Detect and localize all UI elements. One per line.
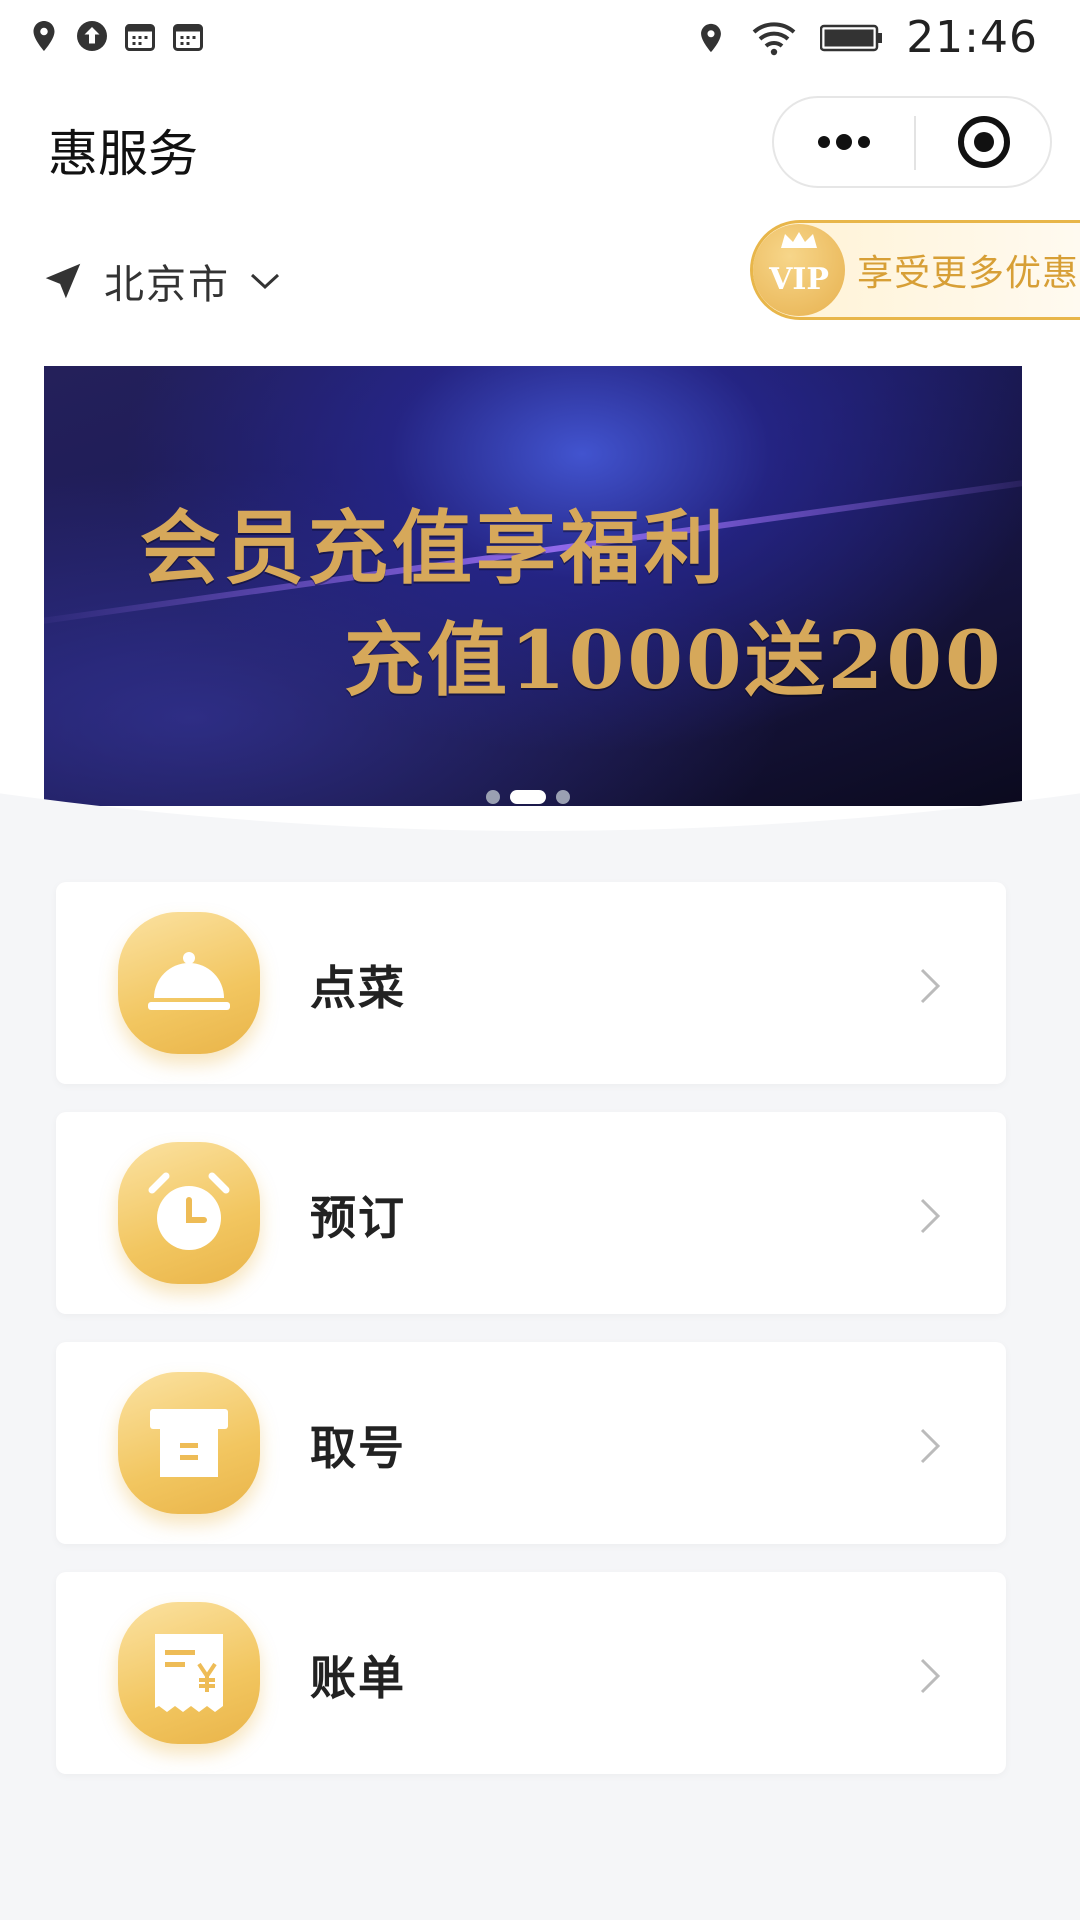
carousel-dot-active[interactable] [510, 790, 546, 804]
more-button[interactable] [774, 98, 914, 186]
chevron-down-icon [250, 273, 280, 290]
menu-item-bill[interactable]: 账单 [56, 1572, 1006, 1774]
calendar-icon [125, 24, 155, 51]
target-circle-icon [958, 116, 1010, 168]
status-left-icons [26, 18, 206, 54]
menu-item-label: 账单 [310, 1651, 406, 1705]
calendar-icon [173, 24, 203, 51]
menu-icon-badge [118, 1372, 260, 1514]
menu-item-label: 取号 [310, 1421, 406, 1475]
vip-badge-text: VIP [769, 261, 829, 297]
close-button[interactable] [916, 98, 1052, 186]
banner-subheadline: 充值1000送200 [344, 613, 1004, 707]
wifi-icon [752, 21, 796, 55]
menu-icon-badge [118, 1602, 260, 1744]
navigation-arrow-icon [45, 263, 81, 299]
vip-button[interactable]: VIP 享受更多优惠 [750, 220, 1080, 320]
menu-icon-badge [118, 1142, 260, 1284]
menu-item-queue[interactable]: 取号 [56, 1342, 1006, 1544]
location-pin-icon [701, 23, 722, 52]
battery-icon [820, 24, 883, 51]
service-menu: 点菜 预订 取号 账单 [56, 882, 1006, 1802]
carousel-dots [486, 790, 570, 804]
menu-item-label: 预订 [310, 1191, 406, 1245]
carousel-dot[interactable] [556, 790, 570, 804]
upload-circle-icon [77, 21, 107, 51]
bill-receipt-icon [155, 1634, 223, 1712]
status-time: 21:46 [906, 12, 1038, 63]
menu-item-label: 点菜 [310, 961, 406, 1015]
chevron-right-icon [920, 968, 941, 1004]
ticket-box-icon [150, 1409, 228, 1477]
status-bar: 21:46 [0, 0, 1080, 72]
more-dots-icon [818, 134, 870, 150]
header: 惠服务 [0, 90, 1080, 200]
chevron-right-icon [920, 1658, 941, 1694]
vip-label: 享受更多优惠 [857, 253, 1080, 294]
alarm-clock-icon [148, 1172, 230, 1250]
chevron-right-icon [920, 1198, 941, 1234]
crown-icon [781, 232, 817, 248]
vip-badge: VIP [753, 224, 845, 316]
chevron-right-icon [920, 1428, 941, 1464]
location-selector[interactable]: 北京市 [40, 252, 282, 310]
status-right: 21:46 [694, 12, 1038, 63]
menu-item-reserve[interactable]: 预订 [56, 1112, 1006, 1314]
menu-item-order[interactable]: 点菜 [56, 882, 1006, 1084]
page-title: 惠服务 [48, 125, 198, 183]
menu-capsule [772, 96, 1052, 188]
menu-icon-badge [118, 912, 260, 1054]
city-label: 北京市 [104, 262, 230, 308]
location-row: 北京市 VIP 享受更多优惠 [0, 220, 1080, 350]
cloche-icon [148, 952, 230, 1010]
promo-banner[interactable]: 会员充值享福利 充值1000送200 [44, 366, 1022, 806]
banner-headline: 会员充值享福利 [140, 501, 728, 595]
carousel-dot[interactable] [486, 790, 500, 804]
location-pin-icon [33, 21, 55, 51]
